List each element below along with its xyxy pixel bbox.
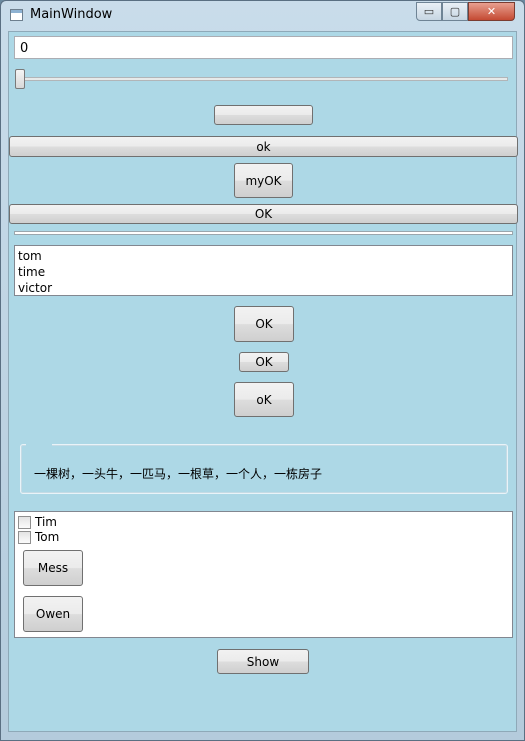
ok-mixed-case-button[interactable]: oK <box>234 382 294 417</box>
slider-track[interactable] <box>18 77 508 81</box>
ok-wide-button[interactable]: ok <box>9 136 518 157</box>
list-item[interactable]: tom <box>18 248 509 264</box>
owen-button[interactable]: Owen <box>23 596 83 632</box>
minimize-icon: ▭ <box>423 5 435 18</box>
ok-wide-button-2[interactable]: OK <box>9 204 518 224</box>
title-bar[interactable]: MainWindow ▭ ▢ ✕ <box>1 1 524 31</box>
options-panel: Tim Tom Mess Owen <box>14 511 513 638</box>
close-icon: ✕ <box>486 5 497 18</box>
checkbox-box[interactable] <box>18 515 31 529</box>
window-title: MainWindow <box>30 7 113 22</box>
window-app-icon <box>10 9 23 21</box>
checkbox-label: Tim <box>35 515 57 529</box>
separator-bar <box>14 231 513 235</box>
window-client-area: 0 ok myOK OK tom time victor OK OK oK 一棵… <box>8 31 518 732</box>
checkbox-label: Tom <box>35 530 60 544</box>
close-button[interactable]: ✕ <box>468 2 515 21</box>
show-button[interactable]: Show <box>217 649 309 674</box>
maximize-button[interactable]: ▢ <box>442 2 468 21</box>
slider-thumb[interactable] <box>15 69 25 89</box>
groupbox-text: 一棵树，一头牛，一匹马，一根草，一个人，一栋房子 <box>34 467 323 481</box>
list-item[interactable]: victor <box>18 280 509 296</box>
groupbox-header-gap <box>26 442 52 447</box>
empty-button[interactable] <box>214 105 313 125</box>
checkbox-box[interactable] <box>18 530 31 544</box>
mess-button[interactable]: Mess <box>23 550 83 586</box>
ok-large-button[interactable]: OK <box>234 306 294 342</box>
list-item[interactable]: time <box>18 264 509 280</box>
value-textbox[interactable]: 0 <box>14 36 513 59</box>
checkbox-tom[interactable]: Tom <box>18 530 59 544</box>
ok-small-button[interactable]: OK <box>239 352 289 372</box>
checkbox-tim[interactable]: Tim <box>18 515 57 529</box>
main-window: MainWindow ▭ ▢ ✕ 0 ok myOK OK tom time v… <box>0 0 525 741</box>
myok-button[interactable]: myOK <box>234 163 293 198</box>
maximize-icon: ▢ <box>449 5 461 18</box>
names-listbox[interactable]: tom time victor <box>14 245 513 296</box>
minimize-button[interactable]: ▭ <box>416 2 442 21</box>
